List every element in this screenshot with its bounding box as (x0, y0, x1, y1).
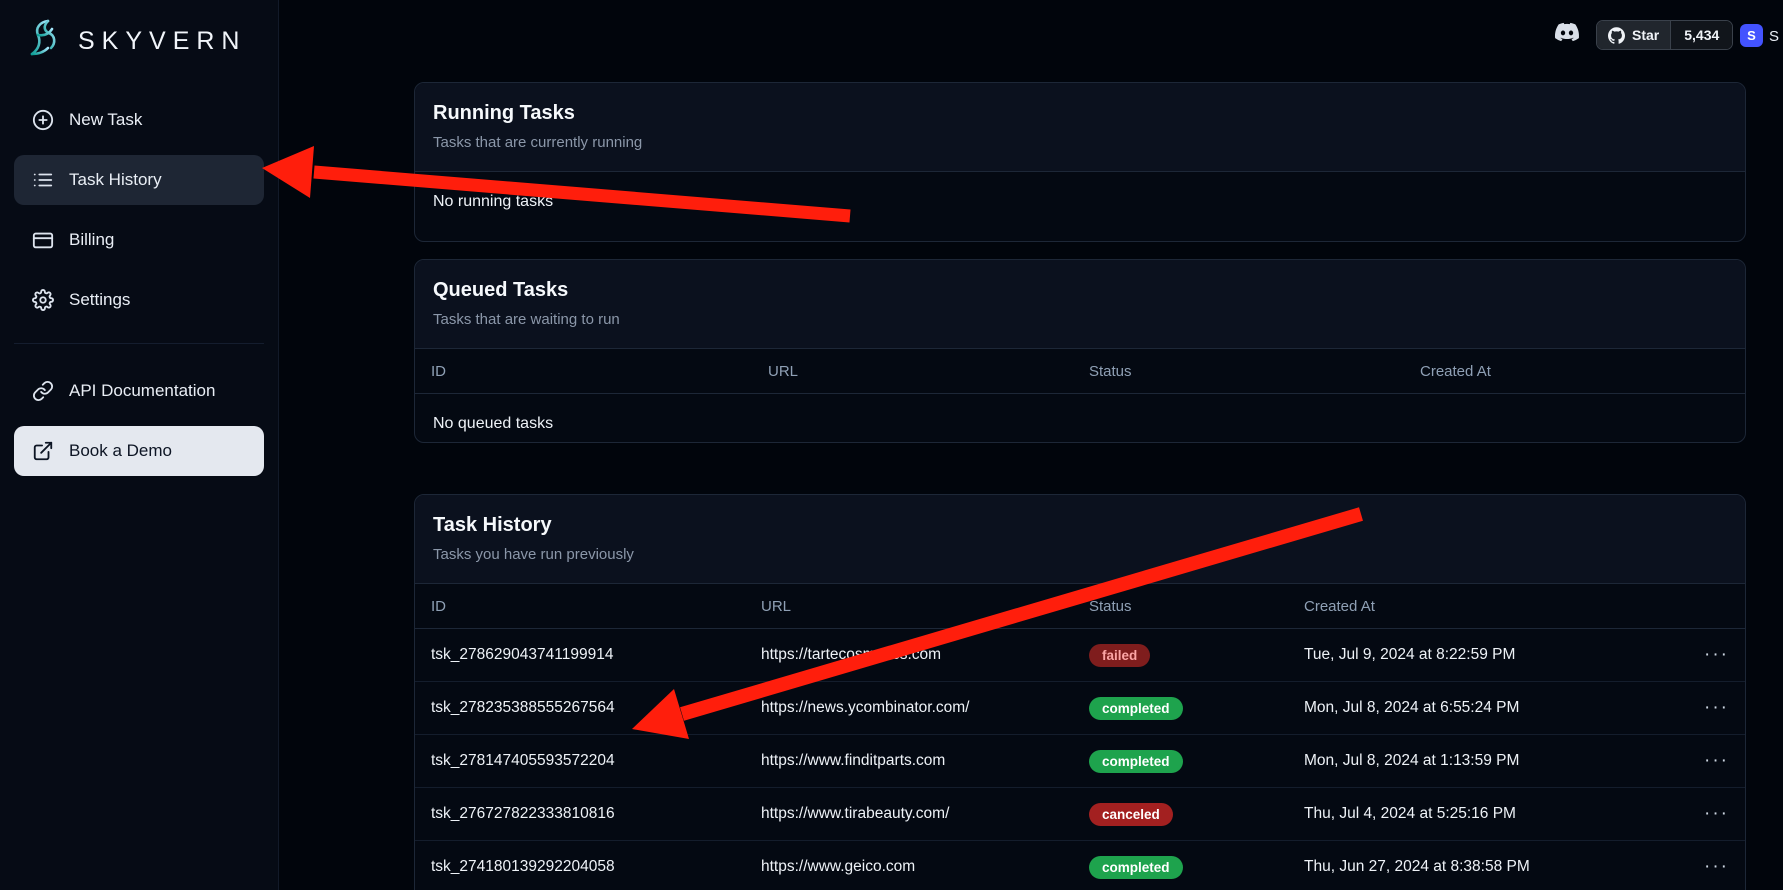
avatar[interactable]: S (1740, 24, 1763, 47)
discord-icon[interactable] (1552, 20, 1582, 48)
card-title: Queued Tasks (433, 279, 1727, 302)
column-header-url: URL (761, 598, 1089, 615)
sidebar-item-task-history[interactable]: Task History (14, 155, 264, 205)
status-badge: completed (1089, 697, 1183, 720)
queued-tasks-header: Queued Tasks Tasks that are waiting to r… (415, 260, 1745, 349)
table-row[interactable]: tsk_276727822333810816 https://www.tirab… (415, 788, 1745, 841)
task-created-at: Tue, Jul 9, 2024 at 8:22:59 PM (1304, 646, 1673, 664)
history-table-header: ID URL Status Created At (415, 584, 1745, 629)
sidebar-item-book-a-demo[interactable]: Book a Demo (14, 426, 264, 476)
row-actions-button[interactable]: ··· (1673, 644, 1729, 666)
sidebar-item-api-documentation[interactable]: API Documentation (14, 366, 264, 416)
task-created-at: Mon, Jul 8, 2024 at 1:13:59 PM (1304, 752, 1673, 770)
sidebar-nav-secondary: API Documentation Book a Demo (0, 352, 278, 476)
task-id: tsk_276727822333810816 (431, 805, 761, 823)
column-header-id: ID (431, 363, 768, 380)
table-row[interactable]: tsk_278235388555267564 https://news.ycom… (415, 682, 1745, 735)
column-header-status: Status (1089, 598, 1304, 615)
sidebar-item-billing[interactable]: Billing (14, 215, 264, 265)
skyvern-logo-icon (22, 16, 68, 67)
queued-empty-state: No queued tasks (415, 394, 1745, 443)
github-icon (1608, 27, 1625, 44)
link-icon (32, 380, 54, 402)
task-url: https://www.tirabeauty.com/ (761, 805, 1089, 823)
column-header-created-at: Created At (1304, 598, 1673, 615)
history-table-body: tsk_278629043741199914 https://tartecosm… (415, 629, 1745, 890)
running-empty-state: No running tasks (415, 172, 1745, 232)
task-url: https://www.finditparts.com (761, 752, 1089, 770)
status-badge: canceled (1089, 803, 1173, 826)
task-id: tsk_278235388555267564 (431, 699, 761, 717)
task-url: https://news.ycombinator.com/ (761, 699, 1089, 717)
credit-card-icon (32, 229, 54, 251)
card-title: Running Tasks (433, 102, 1727, 125)
sidebar: SKYVERN New Task Task History Billing Se… (0, 0, 279, 890)
sidebar-item-label: API Documentation (69, 381, 215, 401)
task-created-at: Mon, Jul 8, 2024 at 6:55:24 PM (1304, 699, 1673, 717)
row-actions-button[interactable]: ··· (1673, 856, 1729, 878)
sidebar-divider (14, 343, 264, 344)
row-actions-button[interactable]: ··· (1673, 697, 1729, 719)
plus-circle-icon (32, 109, 54, 131)
card-title: Task History (433, 514, 1727, 537)
status-badge: failed (1089, 644, 1150, 667)
sidebar-item-settings[interactable]: Settings (14, 275, 264, 325)
table-row[interactable]: tsk_278147405593572204 https://www.findi… (415, 735, 1745, 788)
task-id: tsk_278629043741199914 (431, 646, 761, 664)
task-history-header: Task History Tasks you have run previous… (415, 495, 1745, 584)
sidebar-item-label: New Task (69, 110, 142, 130)
task-id: tsk_278147405593572204 (431, 752, 761, 770)
column-header-created-at: Created At (1420, 363, 1729, 380)
row-actions-button[interactable]: ··· (1673, 803, 1729, 825)
brand: SKYVERN (0, 0, 278, 81)
running-tasks-card: Running Tasks Tasks that are currently r… (414, 82, 1746, 242)
sidebar-item-label: Billing (69, 230, 114, 250)
sidebar-item-label: Task History (69, 170, 162, 190)
sidebar-item-new-task[interactable]: New Task (14, 95, 264, 145)
task-id: tsk_274180139292204058 (431, 858, 761, 876)
list-icon (32, 169, 54, 191)
card-subtitle: Tasks that are waiting to run (433, 311, 1727, 328)
task-created-at: Thu, Jun 27, 2024 at 8:38:58 PM (1304, 858, 1673, 876)
brand-name: SKYVERN (78, 27, 246, 56)
external-link-icon (32, 440, 54, 462)
user-name: S (1769, 28, 1779, 45)
queued-tasks-card: Queued Tasks Tasks that are waiting to r… (414, 259, 1746, 443)
sidebar-nav-primary: New Task Task History Billing Settings (0, 81, 278, 325)
table-row[interactable]: tsk_274180139292204058 https://www.geico… (415, 841, 1745, 890)
card-subtitle: Tasks you have run previously (433, 546, 1727, 563)
column-header-id: ID (431, 598, 761, 615)
task-history-card: Task History Tasks you have run previous… (414, 494, 1746, 890)
github-star-button[interactable]: Star 5,434 (1596, 20, 1733, 50)
github-star-count: 5,434 (1670, 21, 1732, 49)
queued-table-header: ID URL Status Created At (415, 349, 1745, 394)
sidebar-item-label: Book a Demo (69, 441, 172, 461)
gear-icon (32, 289, 54, 311)
card-subtitle: Tasks that are currently running (433, 134, 1727, 151)
running-tasks-header: Running Tasks Tasks that are currently r… (415, 83, 1745, 172)
sidebar-item-label: Settings (69, 290, 130, 310)
task-created-at: Thu, Jul 4, 2024 at 5:25:16 PM (1304, 805, 1673, 823)
column-header-url: URL (768, 363, 1089, 380)
table-row[interactable]: tsk_278629043741199914 https://tartecosm… (415, 629, 1745, 682)
status-badge: completed (1089, 856, 1183, 879)
task-url: https://www.geico.com (761, 858, 1089, 876)
task-url: https://tartecosmetics.com (761, 646, 1089, 664)
row-actions-button[interactable]: ··· (1673, 750, 1729, 772)
github-star-label: Star (1632, 27, 1659, 43)
status-badge: completed (1089, 750, 1183, 773)
column-header-status: Status (1089, 363, 1420, 380)
